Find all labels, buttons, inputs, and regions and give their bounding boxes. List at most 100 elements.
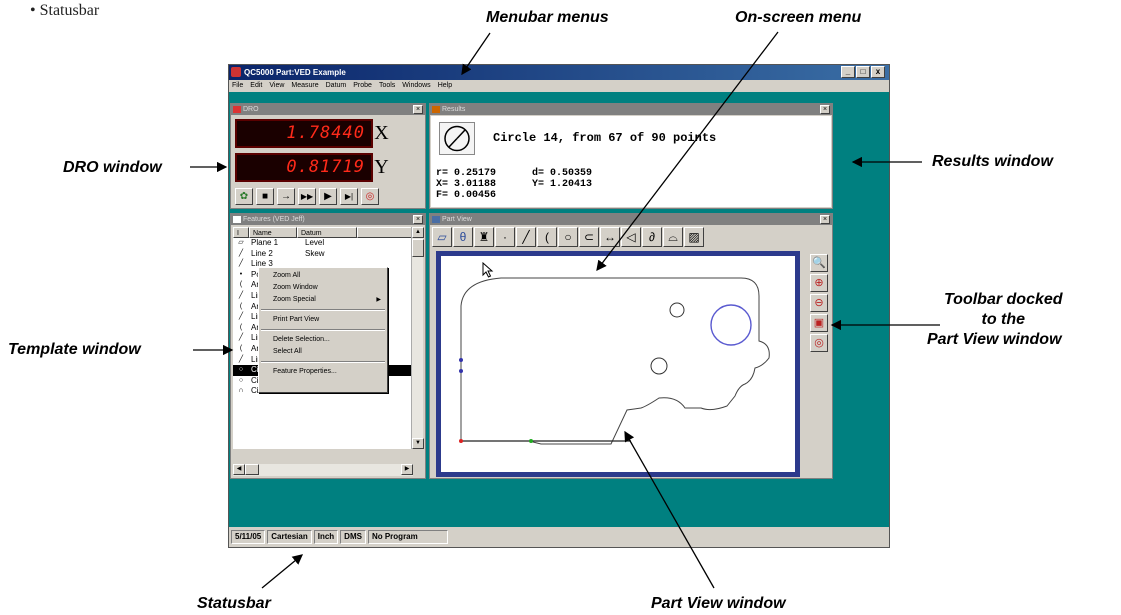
menu-item-select-all[interactable]: Select All (259, 346, 387, 358)
context-menu: Zoom All Zoom Window Zoom Special ▶ Prin… (258, 267, 388, 393)
mouse-cursor-icon (482, 262, 494, 278)
menu-view[interactable]: View (269, 80, 284, 92)
callout-dro: DRO window (63, 159, 162, 176)
fast-forward-button[interactable]: ▶▶ (298, 188, 316, 205)
window-controls: _ □ x (841, 66, 885, 78)
probe-tool-icon[interactable]: θ (453, 227, 473, 247)
menu-probe[interactable]: Probe (353, 80, 372, 92)
zoom-window-icon[interactable]: ▣ (810, 314, 828, 332)
results-body: Circle 14, from 67 of 90 points r= 0.251… (431, 116, 831, 207)
header-index[interactable]: I (233, 227, 249, 238)
step-button[interactable]: → (277, 188, 295, 205)
zoom-all-icon[interactable]: 🔍 (810, 254, 828, 272)
menu-item-zoom-window[interactable]: Zoom Window (259, 282, 387, 294)
target-button[interactable]: ◎ (361, 188, 379, 205)
zoom-out-icon[interactable]: ⊖ (810, 294, 828, 312)
feature-type-icon: ╱ (238, 313, 244, 321)
header-name[interactable]: Name (249, 227, 297, 238)
stylus-tool-icon[interactable]: ♜ (474, 227, 494, 247)
distance-tool-icon[interactable]: ↔ (600, 227, 620, 247)
features-vertical-scrollbar[interactable]: ▲ ▼ (411, 227, 424, 449)
plane-tool-icon[interactable]: ▱ (432, 227, 452, 247)
app-icon (231, 67, 241, 77)
menu-help[interactable]: Help (438, 80, 452, 92)
menu-item-feature-properties[interactable]: Feature Properties... (259, 366, 387, 378)
minimize-button[interactable]: _ (841, 66, 855, 78)
scroll-up-icon[interactable]: ▲ (412, 227, 424, 238)
maximize-button[interactable]: □ (856, 66, 870, 78)
dro-title: DRO (243, 106, 259, 113)
line-tool-icon[interactable]: ╱ (516, 227, 536, 247)
menu-measure[interactable]: Measure (291, 80, 318, 92)
results-line-2: X= 3.01188 Y= 1.20413 (436, 179, 593, 190)
blob-tool-icon[interactable]: ∂ (642, 227, 662, 247)
results-panel: Results × Circle 14, from 67 of 90 point… (429, 103, 833, 209)
partview-titlebar: Part View × (430, 214, 832, 225)
feature-type-icon: ( (239, 323, 243, 331)
ellipse-tool-icon[interactable]: ⌓ (663, 227, 683, 247)
tolerance-tool-icon[interactable]: ▨ (684, 227, 704, 247)
feature-type-icon: ╱ (238, 355, 244, 363)
part-view-canvas[interactable] (436, 251, 800, 477)
slot-tool-icon[interactable]: ⊂ (579, 227, 599, 247)
menubar: File Edit View Measure Datum Probe Tools… (229, 80, 889, 92)
partview-close-icon[interactable]: × (820, 215, 830, 224)
play-button[interactable]: ▶ (319, 188, 337, 205)
circle-tool-icon[interactable]: ○ (558, 227, 578, 247)
results-icon (432, 106, 440, 113)
scroll-thumb[interactable] (412, 239, 424, 257)
probe-button[interactable]: ✿ (235, 188, 253, 205)
stop-button[interactable]: ■ (256, 188, 274, 205)
scroll-right-icon[interactable]: ▶ (401, 464, 413, 475)
scroll-left-icon[interactable]: ◀ (233, 464, 245, 475)
close-button[interactable]: x (871, 66, 885, 78)
results-line-1: r= 0.25179 d= 0.50359 (436, 168, 593, 179)
point-tool-icon[interactable]: · (495, 227, 515, 247)
callout-toolbar-line1: Toolbar docked (944, 291, 1063, 308)
zoom-special-icon[interactable]: ◎ (810, 334, 828, 352)
dro-x-display: 1.78440 (235, 119, 373, 148)
scroll-down-icon[interactable]: ▼ (412, 438, 424, 449)
features-titlebar: Features (VED Jeff) × (231, 214, 425, 225)
features-horizontal-scrollbar[interactable]: ◀ ▶ (233, 464, 413, 476)
menu-item-zoom-special-label: Zoom Special (273, 296, 316, 303)
menu-item-zoom-special[interactable]: Zoom Special ▶ (259, 294, 387, 306)
status-bar: 5/11/05 Cartesian Inch DMS No Program (229, 527, 889, 547)
angle-tool-icon[interactable]: ◁ (621, 227, 641, 247)
arc-tool-icon[interactable]: ( (537, 227, 557, 247)
menu-edit[interactable]: Edit (250, 80, 262, 92)
circle-feature-icon (439, 122, 475, 155)
menu-datum[interactable]: Datum (326, 80, 347, 92)
status-angle-format[interactable]: DMS (340, 530, 366, 544)
feature-row[interactable]: ▱ Plane 1 Level (233, 238, 413, 249)
dro-close-icon[interactable]: × (413, 105, 423, 114)
feature-row[interactable]: ╱ Line 2 Skew (233, 249, 413, 260)
partview-title: Part View (442, 216, 472, 223)
feature-name: Plane 1 (251, 238, 279, 247)
part-drawing (459, 277, 770, 445)
menu-file[interactable]: File (232, 80, 243, 92)
features-close-icon[interactable]: × (413, 215, 423, 224)
hscroll-thumb[interactable] (245, 464, 259, 475)
dro-x-axis-button[interactable]: X (373, 122, 390, 145)
menu-separator (261, 329, 385, 331)
menu-windows[interactable]: Windows (402, 80, 430, 92)
dro-titlebar: DRO × (231, 104, 425, 115)
menu-separator (261, 309, 385, 311)
menu-tools[interactable]: Tools (379, 80, 395, 92)
results-close-icon[interactable]: × (820, 105, 830, 114)
menu-item-zoom-all[interactable]: Zoom All (259, 270, 387, 282)
zoom-in-icon[interactable]: ⊕ (810, 274, 828, 292)
header-datum[interactable]: Datum (297, 227, 357, 238)
feature-type-icon: ╱ (238, 291, 244, 299)
bullet-glyph: • (30, 2, 36, 19)
menu-item-print-part-view[interactable]: Print Part View (259, 314, 387, 326)
status-coordinate-system[interactable]: Cartesian (267, 530, 312, 544)
play-to-end-button[interactable]: ▶| (340, 188, 358, 205)
status-units[interactable]: Inch (313, 530, 339, 544)
dro-y-axis-button[interactable]: Y (373, 156, 390, 179)
callout-menubar: Menubar menus (486, 9, 609, 26)
measure-toolbar: ▱ θ ♜ · ╱ ( ○ ⊂ ↔ ◁ ∂ ⌓ ▨ (432, 227, 704, 247)
menu-separator (261, 361, 385, 363)
menu-item-delete-selection[interactable]: Delete Selection... (259, 334, 387, 346)
